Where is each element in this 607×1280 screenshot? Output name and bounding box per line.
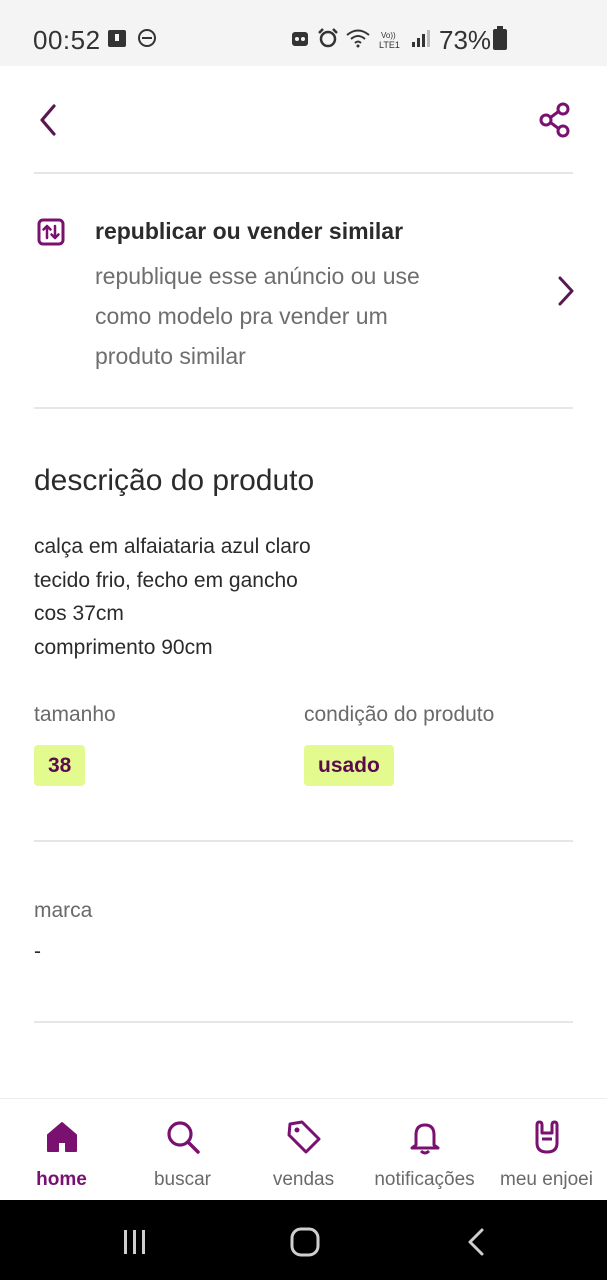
recent-apps-icon[interactable] [120, 1228, 150, 1256]
nav-home-label: home [36, 1169, 87, 1190]
description-line: tecido frio, fecho em gancho [34, 568, 298, 592]
republish-line: como modelo pra vender um [95, 303, 388, 329]
calendar-notification-icon [108, 30, 126, 47]
android-auto-icon [292, 32, 308, 46]
condition-label: condição do produto [304, 703, 495, 726]
nav-my-enjoei[interactable]: meu enjoei [486, 1099, 607, 1201]
battery-icon [493, 26, 507, 50]
divider [34, 172, 573, 174]
condition-chip: usado [304, 745, 394, 786]
bottom-navigation: home buscar vendas notificações meu enjo… [0, 1098, 607, 1200]
nav-search-label: buscar [153, 1169, 212, 1190]
status-bar: 00:52 Vo)) LTE1 73% [0, 0, 607, 66]
brand-value: - [34, 940, 41, 963]
home-system-icon[interactable] [289, 1226, 321, 1258]
divider [34, 840, 573, 842]
search-icon [166, 1121, 200, 1154]
signal-icon [412, 30, 430, 47]
republish-title: republicar ou vender similar [95, 218, 404, 244]
republish-description: republique esse anúncio ou use como mode… [95, 256, 525, 376]
divider [34, 1021, 573, 1023]
nav-search[interactable]: buscar [122, 1099, 243, 1201]
nav-sales[interactable]: vendas [243, 1099, 364, 1201]
alarm-icon [318, 28, 338, 48]
size-chip: 38 [34, 745, 86, 786]
do-not-disturb-icon [138, 29, 156, 47]
nav-notifications[interactable]: notificações [364, 1099, 485, 1201]
back-system-icon[interactable] [462, 1226, 490, 1258]
description-title: descrição do produto [34, 464, 315, 497]
tag-icon [287, 1120, 320, 1154]
status-time: 00:52 [33, 25, 101, 55]
svg-text:LTE1: LTE1 [379, 40, 400, 50]
home-icon [46, 1122, 77, 1152]
nav-my-enjoei-label: meu enjoei [500, 1169, 593, 1190]
system-navigation-bar [0, 1200, 607, 1280]
nav-sales-label: vendas [272, 1169, 335, 1190]
volte-icon: Vo))LTE1 [379, 31, 400, 50]
wifi-icon [346, 29, 370, 48]
size-label: tamanho [34, 703, 116, 726]
chevron-right-icon [558, 276, 574, 306]
brand-label: marca [34, 899, 93, 922]
republish-line: republique esse anúncio ou use [95, 263, 420, 289]
rock-hand-icon [535, 1120, 558, 1154]
description-line: cos 37cm [34, 602, 124, 625]
battery-percentage: 73% [439, 25, 492, 55]
republish-card[interactable]: republicar ou vender similar republique … [0, 176, 607, 408]
swap-vertical-icon [37, 218, 65, 246]
nav-home[interactable]: home [1, 1099, 122, 1201]
chevron-left-icon[interactable] [28, 100, 68, 140]
description-line: comprimento 90cm [34, 635, 213, 659]
bell-icon [410, 1123, 439, 1155]
description-line: calça em alfaiataria azul claro [34, 535, 311, 558]
svg-text:Vo)): Vo)) [381, 31, 396, 40]
republish-line: produto similar [95, 343, 246, 369]
top-app-bar [0, 66, 607, 174]
divider [34, 407, 573, 409]
description-body: calça em alfaiataria azul claro tecido f… [34, 530, 311, 664]
share-icon[interactable] [535, 100, 575, 140]
nav-notifications-label: notificações [374, 1169, 475, 1190]
